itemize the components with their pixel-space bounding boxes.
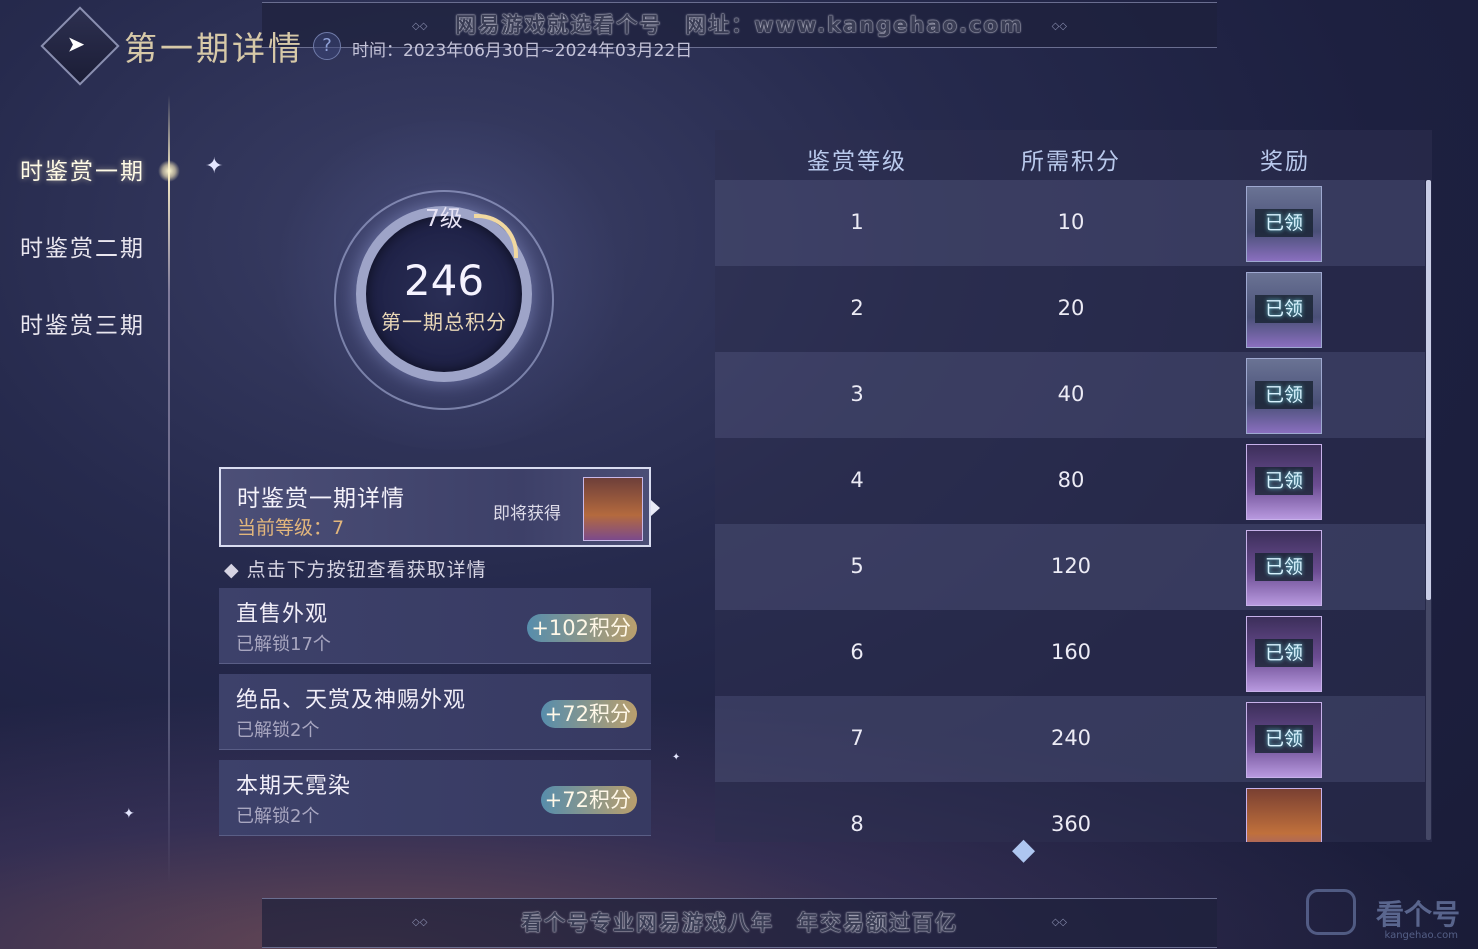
reward-item[interactable]: 已领 <box>1246 616 1322 692</box>
source-unlocked: 已解锁17个 <box>236 634 331 655</box>
row-level: 7 <box>850 726 864 750</box>
diamond-ornament-icon: ◇◇ <box>1051 21 1067 32</box>
source-title: 本期天霓染 <box>236 774 352 799</box>
row-level: 2 <box>850 296 864 320</box>
sparkle-icon: ✦ <box>123 806 135 822</box>
sparkle-icon: ✦ <box>205 154 224 179</box>
table-row: 7 240 已领 <box>715 696 1425 782</box>
period-detail-card[interactable]: 时鉴赏一期详情 当前等级：7 即将获得 <box>219 467 651 547</box>
row-level: 5 <box>850 554 864 578</box>
reward-table: 鉴赏等级 所需积分 奖励 1 10 已领 2 20 已领 3 40 已领 4 80 已领 5 120 已领 6… <box>715 130 1432 842</box>
claimed-badge: 已领 <box>1255 467 1313 495</box>
back-button[interactable]: ➤ <box>40 6 120 86</box>
claimed-badge: 已领 <box>1255 553 1313 581</box>
watermark-text: 看个号 <box>1375 898 1460 931</box>
row-points: 40 <box>1057 382 1085 406</box>
reward-item[interactable]: 已领 <box>1246 186 1322 262</box>
period-time: 时间：2023年06月30日~2024年03月22日 <box>352 41 693 61</box>
source-points-badge: +102积分 <box>527 614 637 642</box>
table-row: 1 10 已领 <box>715 180 1425 266</box>
source-card[interactable]: 本期天霓染已解锁2个 +72积分 <box>219 760 651 836</box>
row-points: 80 <box>1057 468 1085 492</box>
top-banner-text: 网易游戏就选看个号 网址：www.kangehao.com <box>455 13 1024 37</box>
bottom-banner-text: 看个号专业网易游戏八年 年交易额过百亿 <box>521 911 958 935</box>
crystal-icon: ◆ <box>1012 832 1036 867</box>
header-points: 所需积分 <box>1021 149 1121 175</box>
reward-item[interactable] <box>1246 788 1322 842</box>
row-level: 6 <box>850 640 864 664</box>
claimed-badge: 已领 <box>1255 639 1313 667</box>
header-level: 鉴赏等级 <box>807 149 907 175</box>
scrollbar-thumb[interactable] <box>1426 180 1431 600</box>
bottom-banner: ◇◇ 看个号专业网易游戏八年 年交易额过百亿 ◇◇ <box>262 898 1217 948</box>
row-points: 20 <box>1057 296 1085 320</box>
active-star-icon <box>158 160 180 182</box>
diamond-ornament-icon: ◇◇ <box>412 917 428 928</box>
row-points: 240 <box>1050 726 1092 750</box>
reward-item[interactable]: 已领 <box>1246 530 1322 606</box>
ring-label: 第一期总积分 <box>381 310 507 334</box>
detail-title: 时鉴赏一期详情 <box>237 486 405 512</box>
page-title: 第一期详情 <box>124 29 304 68</box>
source-title: 绝品、天赏及神赐外观 <box>236 688 467 713</box>
source-points-badge: +72积分 <box>540 786 637 814</box>
sparkle-icon: ✦ <box>672 752 681 763</box>
row-points: 120 <box>1050 554 1092 578</box>
back-arrow-icon: ➤ <box>66 32 86 58</box>
row-points: 10 <box>1057 210 1085 234</box>
row-points: 160 <box>1050 640 1092 664</box>
table-row: 8 360 <box>715 782 1425 842</box>
reward-item[interactable]: 已领 <box>1246 702 1322 778</box>
table-row: 6 160 已领 <box>715 610 1425 696</box>
help-icon[interactable]: ? <box>313 32 341 60</box>
table-row: 4 80 已领 <box>715 438 1425 524</box>
current-level: 当前等级：7 <box>237 517 345 539</box>
row-level: 8 <box>850 812 864 836</box>
reward-item[interactable]: 已领 <box>1246 272 1322 348</box>
claimed-badge: 已领 <box>1255 295 1313 323</box>
source-card[interactable]: 绝品、天赏及神赐外观已解锁2个 +72积分 <box>219 674 651 750</box>
nav-item-period-2[interactable]: 时鉴赏二期 <box>20 229 145 263</box>
watermark-logo-icon <box>1306 889 1356 935</box>
hint-text: ◆ 点击下方按钮查看获取详情 <box>224 559 487 581</box>
diamond-ornament-icon: ◇◇ <box>1051 917 1067 928</box>
row-level: 4 <box>850 468 864 492</box>
reward-item[interactable]: 已领 <box>1246 358 1322 434</box>
nav-item-period-1[interactable]: 时鉴赏一期 <box>20 152 145 186</box>
ring-level: 7级 <box>425 206 463 232</box>
source-title: 直售外观 <box>236 602 329 627</box>
claimed-badge: 已领 <box>1255 725 1313 753</box>
row-level: 3 <box>850 382 864 406</box>
watermark-sub: kangehao.com <box>1384 930 1458 941</box>
row-level: 1 <box>850 210 864 234</box>
reward-item[interactable]: 已领 <box>1246 444 1322 520</box>
source-points-badge: +72积分 <box>540 700 637 728</box>
soon-label: 即将获得 <box>493 504 561 524</box>
table-row: 3 40 已领 <box>715 352 1425 438</box>
source-unlocked: 已解锁2个 <box>236 806 320 827</box>
row-points: 360 <box>1050 812 1092 836</box>
table-row: 5 120 已领 <box>715 524 1425 610</box>
nav-item-period-3[interactable]: 时鉴赏三期 <box>20 306 145 340</box>
table-row: 2 20 已领 <box>715 266 1425 352</box>
source-card[interactable]: 直售外观已解锁17个 +102积分 <box>219 588 651 664</box>
diamond-ornament-icon: ◇◇ <box>412 21 428 32</box>
pointer-icon <box>651 500 660 516</box>
header-reward: 奖励 <box>1260 149 1310 175</box>
next-reward-thumbnail[interactable] <box>583 477 643 541</box>
ring-score: 246 <box>403 256 485 305</box>
claimed-badge: 已领 <box>1255 381 1313 409</box>
claimed-badge: 已领 <box>1255 209 1313 237</box>
source-unlocked: 已解锁2个 <box>236 720 320 741</box>
